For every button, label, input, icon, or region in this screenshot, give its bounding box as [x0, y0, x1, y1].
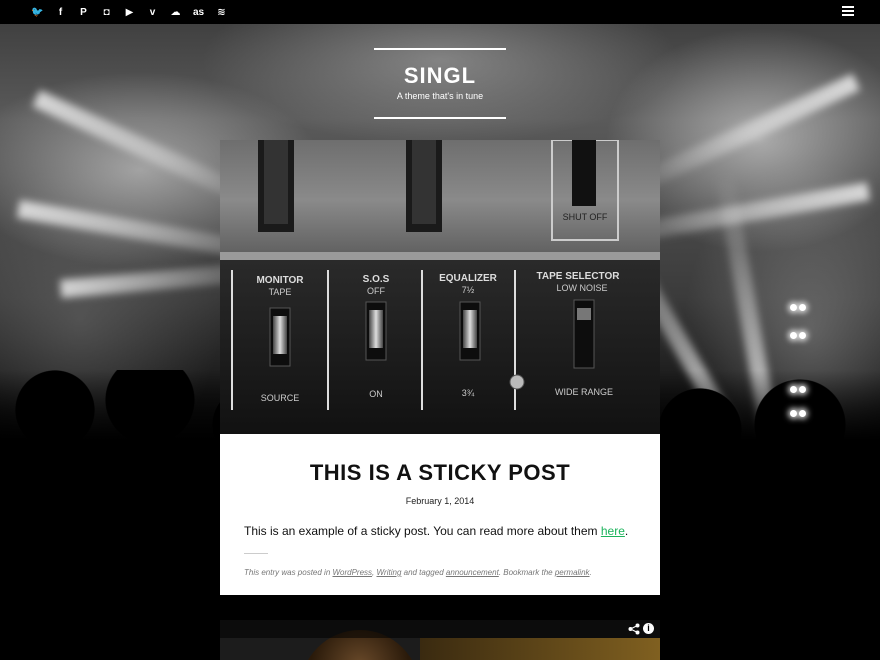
category-link-writing[interactable]: Writing: [377, 568, 402, 577]
image-label-equalizer: EQUALIZER: [439, 273, 498, 284]
image-label-low-noise: LOW NOISE: [556, 283, 607, 293]
post-date[interactable]: February 1, 2014: [244, 495, 636, 507]
site-tagline: A theme that's in tune: [396, 91, 484, 101]
image-label-eq-top: 7½: [462, 285, 475, 295]
image-label-source: SOURCE: [261, 393, 300, 403]
top-bar: 🐦 f P ◘ ▶ v ☁ as ≋: [0, 0, 880, 24]
spotify-icon[interactable]: ≋: [210, 0, 233, 24]
image-label-shutoff: SHUT OFF: [563, 212, 608, 222]
apple-icon[interactable]: [233, 0, 256, 24]
facebook-icon[interactable]: f: [49, 0, 72, 24]
post-excerpt: This is an example of a sticky post. You…: [244, 524, 636, 539]
excerpt-link-here[interactable]: here: [601, 524, 625, 538]
excerpt-text: This is an example of a sticky post. You…: [244, 524, 601, 538]
instagram-icon[interactable]: ◘: [95, 0, 118, 24]
image-label-wide-range: WIDE RANGE: [555, 387, 613, 397]
permalink-link[interactable]: permalink: [555, 568, 590, 577]
category-link-wordpress[interactable]: WordPress: [332, 568, 372, 577]
twitter-icon[interactable]: 🐦: [26, 0, 49, 24]
meta-bookmark-text: . Bookmark the: [498, 568, 555, 577]
share-icon[interactable]: [628, 623, 640, 635]
image-label-monitor: MONITOR: [256, 275, 304, 286]
info-icon[interactable]: i: [643, 623, 654, 634]
menu-icon[interactable]: [842, 6, 854, 18]
lastfm-icon[interactable]: as: [187, 0, 210, 24]
sticky-post: SHUT OFF MONITOR TAPE SOURCE S.O.S OFF O…: [220, 140, 660, 595]
title-bottom-rule: [374, 117, 506, 119]
social-links: 🐦 f P ◘ ▶ v ☁ as ≋: [26, 0, 256, 24]
post-content: THIS IS A STICKY POST February 1, 2014 T…: [220, 434, 660, 595]
title-top-rule: [374, 48, 506, 50]
post-featured-image[interactable]: SHUT OFF MONITOR TAPE SOURCE S.O.S OFF O…: [220, 140, 660, 434]
meta-end: .: [589, 568, 592, 577]
image-label-off: OFF: [367, 286, 385, 296]
image-label-sos: S.O.S: [363, 274, 390, 285]
meta-divider: [244, 553, 268, 554]
post-meta: This entry was posted in WordPress, Writ…: [244, 567, 636, 578]
soundcloud-icon[interactable]: ☁: [164, 0, 187, 24]
site-branding: SINGL A theme that's in tune: [374, 48, 506, 119]
image-label-eq-bottom: 3¾: [462, 388, 475, 398]
excerpt-period: .: [624, 524, 629, 538]
image-label-tape-selector: TAPE SELECTOR: [537, 271, 621, 282]
pinterest-icon[interactable]: P: [72, 0, 95, 24]
post-title[interactable]: THIS IS A STICKY POST: [244, 460, 636, 486]
youtube-icon[interactable]: ▶: [118, 0, 141, 24]
vimeo-icon[interactable]: v: [141, 0, 164, 24]
image-label-tape: TAPE: [269, 287, 292, 297]
tag-link-announcement[interactable]: announcement: [446, 568, 499, 577]
site-title[interactable]: SINGL: [374, 64, 506, 88]
image-label-on: ON: [369, 389, 383, 399]
meta-tagged-text: and tagged: [401, 568, 446, 577]
meta-prefix: This entry was posted in: [244, 568, 333, 577]
next-post-preview[interactable]: i: [220, 620, 660, 660]
